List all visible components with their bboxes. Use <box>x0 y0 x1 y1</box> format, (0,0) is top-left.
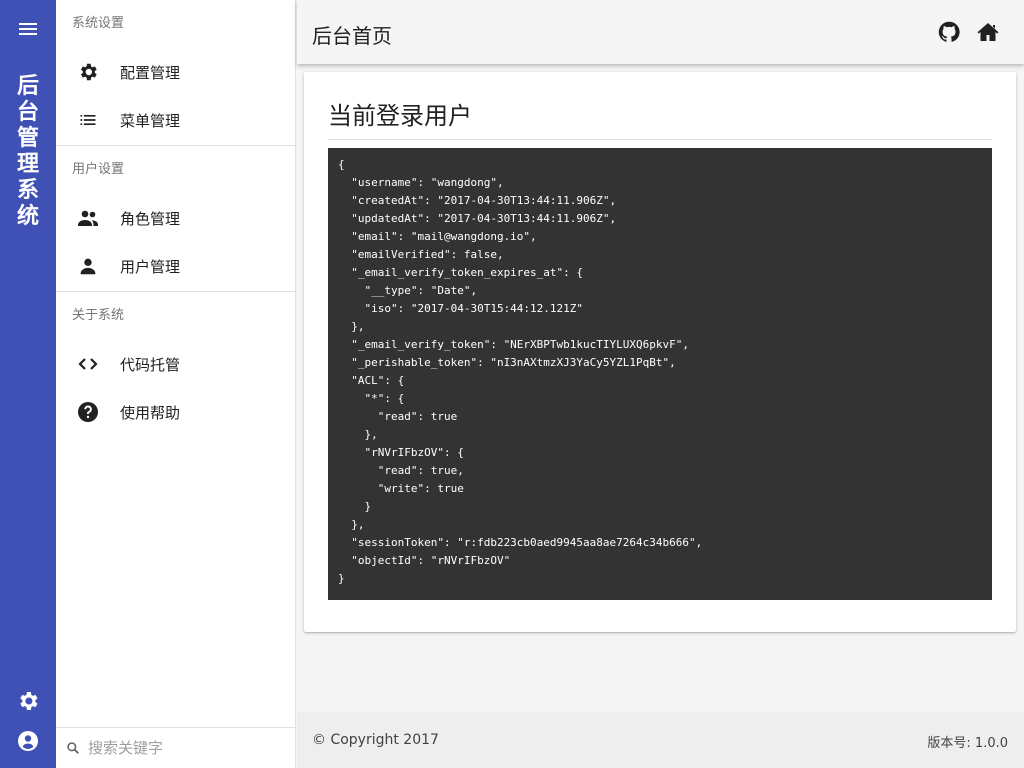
search-input[interactable] <box>88 739 288 757</box>
sidebar-item-help[interactable]: 使用帮助 <box>56 388 295 436</box>
gear-icon <box>76 60 100 84</box>
github-icon[interactable] <box>937 20 961 44</box>
sidebar-item-code[interactable]: 代码托管 <box>56 340 295 388</box>
top-app-bar: 后台首页 <box>297 0 1024 64</box>
sidebar-item-label: 代码托管 <box>120 355 181 374</box>
page-title: 后台首页 <box>312 24 392 48</box>
menu-icon[interactable] <box>16 17 40 41</box>
sidebar-item-label: 使用帮助 <box>120 403 181 422</box>
code-icon <box>76 352 100 376</box>
version-text: 版本号: 1.0.0 <box>927 736 1008 751</box>
sidebar-item-menu[interactable]: 菜单管理 <box>56 96 295 144</box>
list-icon <box>76 108 100 132</box>
home-icon[interactable] <box>976 20 1000 44</box>
sidebar-item-label: 用户管理 <box>120 257 181 276</box>
sidebar-search <box>56 727 296 768</box>
sidebar-item-roles[interactable]: 角色管理 <box>56 194 295 242</box>
sidebar-section-about: 关于系统 代码托管 使用帮助 <box>56 292 295 437</box>
current-user-card: 当前登录用户 { "username": "wangdong", "create… <box>304 72 1016 632</box>
section-header: 系统设置 <box>72 16 125 31</box>
sidebar-item-config[interactable]: 配置管理 <box>56 48 295 96</box>
group-icon <box>76 206 100 230</box>
section-header: 关于系统 <box>72 308 125 323</box>
card-title: 当前登录用户 <box>328 102 472 130</box>
sidebar-item-label: 角色管理 <box>120 209 181 228</box>
divider <box>328 139 992 140</box>
app-rail: 后台管理系统 <box>0 0 56 768</box>
sidebar-item-label: 菜单管理 <box>120 111 181 130</box>
sidebar: 系统设置 配置管理 菜单管理 用户设置 角色管理 用户管理 关于系统 代码托管 … <box>56 0 296 768</box>
account-icon[interactable] <box>16 729 40 753</box>
footer: © Copyright 2017 版本号: 1.0.0 <box>297 712 1024 768</box>
sidebar-section-system: 系统设置 配置管理 菜单管理 <box>56 0 295 145</box>
search-icon <box>66 741 80 755</box>
sidebar-item-label: 配置管理 <box>120 63 181 82</box>
help-icon <box>76 400 100 424</box>
sidebar-section-users: 用户设置 角色管理 用户管理 <box>56 146 295 291</box>
section-header: 用户设置 <box>72 162 125 177</box>
app-title: 后台管理系统 <box>16 74 39 229</box>
copyright-text: © Copyright 2017 <box>312 732 439 748</box>
person-icon <box>76 254 100 278</box>
user-json-block: { "username": "wangdong", "createdAt": "… <box>328 148 992 600</box>
sidebar-item-users[interactable]: 用户管理 <box>56 242 295 290</box>
settings-icon[interactable] <box>16 689 40 713</box>
